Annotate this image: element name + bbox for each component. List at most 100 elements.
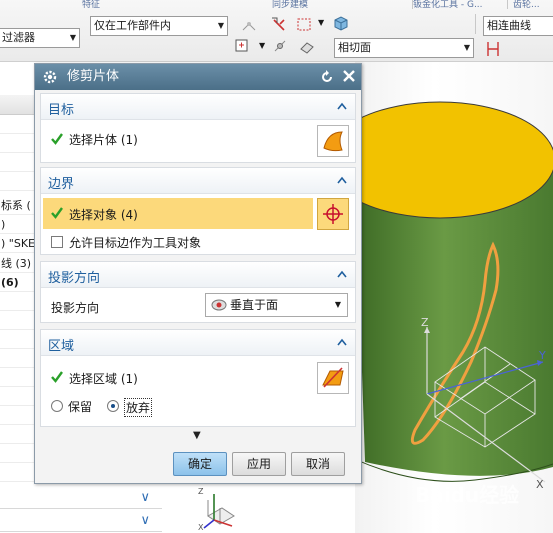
allow-target-edge-checkbox[interactable] bbox=[51, 236, 63, 248]
list-item[interactable] bbox=[0, 349, 36, 368]
tab-gear[interactable]: 齿轮... bbox=[513, 0, 540, 9]
watermark: Baidu经验 bbox=[415, 483, 519, 507]
part-navigator: 标系 ( ) ) "SKE 线 (3) (6) bbox=[0, 62, 36, 533]
target-group-header[interactable]: 目标 bbox=[41, 94, 355, 120]
dialog-title: 修剪片体 bbox=[67, 69, 120, 84]
graphics-viewport[interactable]: Z Y X Baidu经验 bbox=[355, 62, 553, 533]
select-object-button[interactable] bbox=[317, 198, 349, 230]
dependencies-section[interactable]: ∨ bbox=[0, 510, 162, 532]
projection-group-header[interactable]: 投影方向 bbox=[41, 262, 355, 288]
collapse-icon[interactable] bbox=[336, 100, 348, 112]
check-icon bbox=[51, 133, 63, 145]
select-sheet-button[interactable] bbox=[317, 125, 349, 157]
gear-icon[interactable] bbox=[42, 69, 58, 85]
target-group: 目标 选择片体 (1) bbox=[40, 93, 356, 163]
snap-toggle-icon[interactable] bbox=[234, 38, 252, 56]
x-axis-label: X bbox=[536, 478, 544, 491]
discard-label: 放弃 bbox=[124, 398, 153, 417]
list-item[interactable]: 标系 ( bbox=[0, 196, 36, 215]
y-axis-label: Y bbox=[538, 349, 546, 362]
chevron-down-icon[interactable]: ▼ bbox=[259, 41, 265, 50]
chevron-down-icon[interactable]: ∨ bbox=[140, 490, 150, 505]
selection-scope-combo[interactable]: 仅在工作部件内 ▼ bbox=[90, 16, 228, 36]
reset-icon[interactable] bbox=[319, 69, 335, 85]
check-icon bbox=[51, 371, 63, 383]
cancel-button[interactable]: 取消 bbox=[291, 452, 345, 476]
details-panel: ∨ ∨ bbox=[0, 487, 162, 533]
list-item[interactable] bbox=[0, 387, 36, 406]
select-region-button[interactable] bbox=[317, 362, 349, 394]
chevron-down-icon[interactable]: ▼ bbox=[318, 18, 324, 27]
select-intent-icon[interactable] bbox=[270, 16, 288, 34]
ribbon-toolbar: 特征 同步建模 钣金化工具 - G... 齿轮... 过滤器 ▼ 仅在工作部件内 ▼… bbox=[0, 0, 553, 62]
navigator-header bbox=[0, 95, 36, 115]
collapse-icon[interactable] bbox=[336, 268, 348, 280]
list-item[interactable] bbox=[0, 292, 36, 311]
rectangle-select-icon[interactable] bbox=[296, 16, 314, 34]
chevron-down-icon[interactable]: ∨ bbox=[140, 513, 150, 528]
type-filter-combo[interactable]: 过滤器 ▼ bbox=[0, 28, 80, 48]
keep-radio[interactable] bbox=[51, 400, 63, 412]
normal-to-face-icon bbox=[211, 299, 227, 311]
close-icon[interactable] bbox=[341, 68, 357, 84]
list-item[interactable]: (6) bbox=[0, 273, 36, 292]
list-item[interactable] bbox=[0, 134, 36, 153]
boundary-group-header[interactable]: 边界 bbox=[41, 168, 355, 194]
list-item[interactable] bbox=[0, 425, 36, 444]
eraser-icon[interactable] bbox=[298, 38, 316, 56]
ribbon-tab-strip: 特征 同步建模 钣金化工具 - G... 齿轮... bbox=[0, 0, 553, 9]
view-triad-icon[interactable]: Z X bbox=[196, 486, 242, 532]
allow-target-edge-label: 允许目标边作为工具对象 bbox=[69, 236, 202, 250]
select-sheet-label[interactable]: 选择片体 (1) bbox=[69, 131, 138, 148]
select-region-label[interactable]: 选择区域 (1) bbox=[69, 370, 138, 387]
solid-body-icon[interactable] bbox=[332, 14, 350, 32]
select-object-label[interactable]: 选择对象 (4) bbox=[69, 206, 138, 223]
list-item[interactable] bbox=[0, 406, 36, 425]
triad-z-label: Z bbox=[198, 487, 204, 496]
list-item[interactable] bbox=[0, 172, 36, 191]
chevron-down-icon[interactable]: ▼ bbox=[335, 294, 341, 316]
trim-sheet-dialog: 修剪片体 目标 选择片体 (1) 边界 选择对象 (4) 允许目标边作为工具对象… bbox=[34, 63, 362, 484]
tab-sync-modeling[interactable]: 同步建模 bbox=[272, 0, 308, 9]
list-item[interactable]: ) bbox=[0, 215, 36, 234]
details-section[interactable]: ∨ bbox=[0, 487, 162, 509]
region-group-header[interactable]: 区域 bbox=[41, 330, 355, 356]
dialog-titlebar[interactable]: 修剪片体 bbox=[35, 64, 361, 90]
list-item[interactable]: ) "SKE bbox=[0, 234, 36, 253]
ribbon-divider bbox=[475, 14, 476, 34]
list-item[interactable] bbox=[0, 115, 36, 134]
triad-x-label: X bbox=[198, 523, 204, 532]
z-axis-label: Z bbox=[421, 316, 429, 329]
projection-group: 投影方向 投影方向 垂直于面 ▼ bbox=[40, 261, 356, 323]
ok-button[interactable]: 确定 bbox=[173, 452, 227, 476]
cone-model[interactable]: Z Y X Baidu经验 bbox=[355, 62, 553, 533]
discard-radio[interactable] bbox=[107, 400, 119, 412]
apply-button[interactable]: 应用 bbox=[232, 452, 286, 476]
list-item[interactable] bbox=[0, 444, 36, 463]
projection-direction-select[interactable]: 垂直于面 ▼ bbox=[205, 293, 348, 317]
region-icon bbox=[322, 367, 344, 388]
stop-at-intersection-icon[interactable] bbox=[484, 40, 502, 58]
tab-sheetmetal-tools[interactable]: 钣金化工具 - G... bbox=[413, 0, 483, 9]
point-on-curve-icon[interactable] bbox=[272, 38, 290, 56]
collapse-icon[interactable] bbox=[336, 174, 348, 186]
region-group: 区域 选择区域 (1) 保留 放弃 bbox=[40, 329, 356, 427]
ribbon-divider bbox=[412, 0, 413, 9]
boundary-group: 边界 选择对象 (4) 允许目标边作为工具对象 bbox=[40, 167, 356, 255]
sheet-body-icon bbox=[323, 131, 343, 152]
snap-point-icon[interactable] bbox=[240, 16, 258, 34]
list-item[interactable] bbox=[0, 368, 36, 387]
tab-feature[interactable]: 特征 bbox=[82, 0, 100, 9]
collapse-icon[interactable] bbox=[336, 336, 348, 348]
face-rule-combo[interactable]: 相切面 ▼ bbox=[334, 38, 474, 58]
curve-rule-combo[interactable]: 相连曲线 bbox=[483, 16, 553, 36]
check-icon bbox=[51, 207, 63, 219]
list-item[interactable] bbox=[0, 330, 36, 349]
list-item[interactable] bbox=[0, 153, 36, 172]
more-options-icon[interactable]: ▼ bbox=[193, 430, 201, 441]
list-item[interactable] bbox=[0, 463, 36, 482]
projection-direction-label: 投影方向 bbox=[51, 301, 100, 315]
list-item[interactable] bbox=[0, 311, 36, 330]
keep-label: 保留 bbox=[68, 400, 93, 414]
list-item[interactable]: 线 (3) bbox=[0, 254, 36, 273]
